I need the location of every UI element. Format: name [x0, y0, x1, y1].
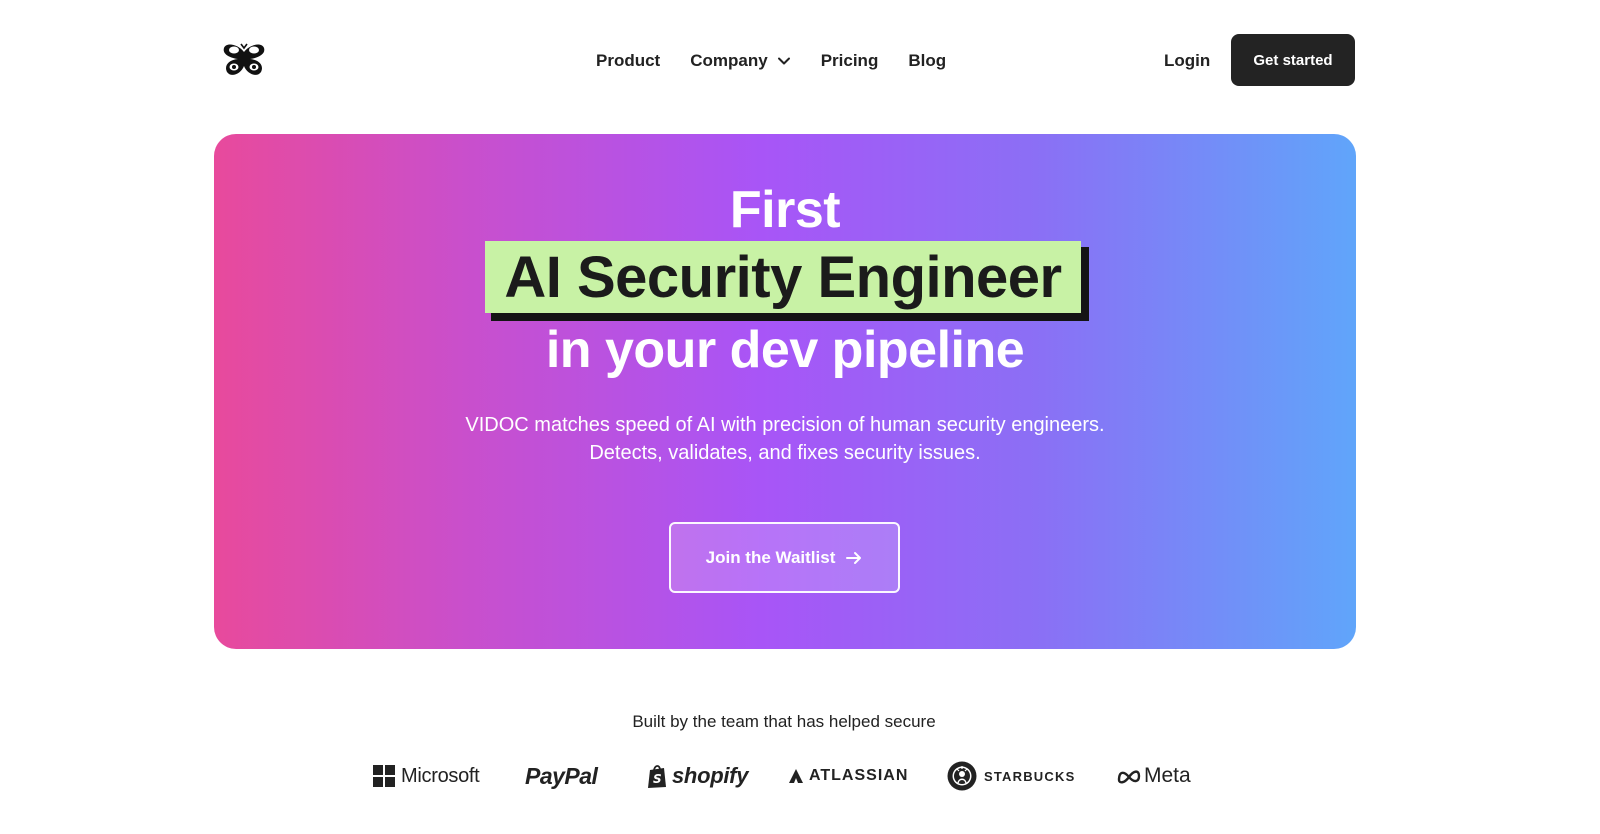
login-link[interactable]: Login	[1164, 48, 1210, 74]
microsoft-grid-icon	[373, 765, 395, 787]
nav-item-label: Product	[596, 51, 661, 70]
nav-item-company[interactable]: Company	[690, 51, 790, 71]
atlassian-logo: ATLASSIAN	[789, 758, 908, 794]
shopify-logo: S shopify	[646, 758, 748, 794]
nav-item-label: Blog	[908, 51, 947, 70]
siren-icon	[947, 761, 977, 791]
nav-item-label: Company	[690, 51, 768, 70]
butterfly-logo-icon[interactable]	[222, 42, 266, 78]
brand-name: ATLASSIAN	[809, 767, 909, 784]
hero-subtitle-line: VIDOC matches speed of AI with precision…	[465, 414, 1105, 436]
brand-logos: Microsoft PayPal S shopify ATLASSIAN STA…	[0, 758, 1600, 794]
hero-title-highlight: AI Security Engineer	[485, 241, 1081, 313]
brand-name: STARBUCKS	[984, 768, 1076, 784]
nav-item-pricing[interactable]: Pricing	[821, 51, 879, 71]
hero-subtitle: VIDOC matches speed of AI with precision…	[214, 411, 1356, 467]
microsoft-logo: Microsoft	[373, 758, 480, 794]
arrow-right-icon	[846, 551, 862, 564]
infinity-icon	[1117, 770, 1141, 784]
brand-name: Meta	[1144, 764, 1191, 787]
paypal-logo: PayPal	[525, 758, 598, 794]
hero-highlight: AI Security Engineer	[485, 241, 1089, 321]
hero-title-line3: in your dev pipeline	[545, 321, 1025, 379]
chevron-down-icon	[777, 57, 790, 65]
join-waitlist-label: Join the Waitlist	[705, 547, 836, 567]
hero-title-line1: First	[729, 181, 841, 239]
main-nav: Product Company Pricing Blog	[596, 48, 946, 74]
starbucks-logo: STARBUCKS	[947, 758, 1075, 794]
site-header: Product Company Pricing Blog Login Get s…	[0, 0, 1600, 120]
brand-name: Microsoft	[401, 764, 480, 787]
atlassian-mark-icon	[789, 769, 803, 783]
nav-item-product[interactable]: Product	[596, 51, 660, 71]
nav-item-blog[interactable]: Blog	[908, 51, 946, 71]
brand-name: shopify	[672, 763, 749, 788]
nav-item-label: Pricing	[820, 51, 879, 70]
hero-subtitle-line: Detects, validates, and fixes security i…	[589, 442, 981, 464]
meta-logo: Meta	[1116, 758, 1191, 794]
join-waitlist-button[interactable]: Join the Waitlist	[669, 522, 900, 593]
svg-text:S: S	[653, 772, 661, 786]
hero-banner: First AI Security Engineer in your dev p…	[214, 134, 1356, 649]
trusted-by-title: Built by the team that has helped secure	[632, 712, 936, 731]
brand-name: PayPal	[525, 762, 598, 789]
shopping-bag-icon: S	[648, 765, 666, 788]
get-started-button[interactable]: Get started	[1231, 34, 1355, 86]
